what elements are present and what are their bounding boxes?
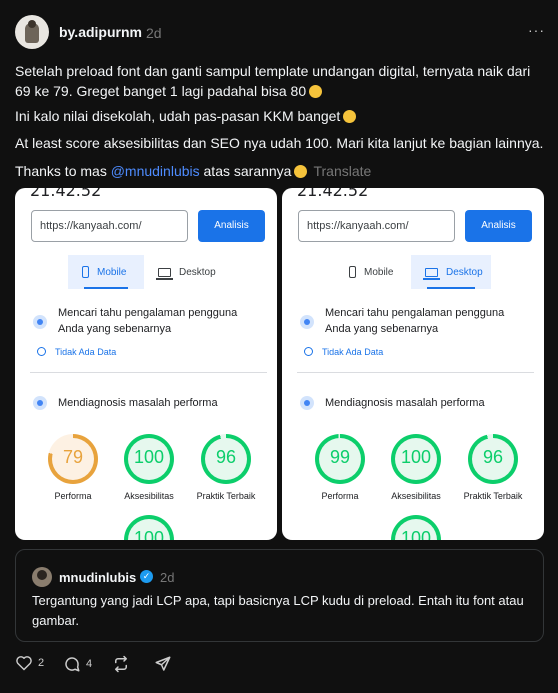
quoted-reply[interactable]: mnudinlubis ✓ 2d Tergantung yang jadi LC…: [15, 549, 544, 642]
author-username[interactable]: by.adipurnm: [59, 24, 142, 40]
phone-icon: [349, 266, 356, 278]
url-input: https://kanyaah.com/: [298, 210, 455, 242]
info-icon: [304, 347, 313, 356]
analyze-button: Analisis: [198, 210, 265, 242]
analyze-button: Analisis: [465, 210, 532, 242]
device-tabs: Mobile Desktop: [68, 255, 228, 289]
reply-avatar[interactable]: [32, 567, 52, 587]
post-paragraph-2: Ini kalo nilai disekolah, udah pas-pasan…: [15, 106, 545, 126]
pagespeed-screenshot-1[interactable]: 21.42.52 https://kanyaah.com/Analisis Mobi…: [15, 188, 277, 540]
share-icon: [155, 656, 171, 671]
score-label: Praktik Terbaik: [463, 491, 523, 501]
diagnose-icon: [33, 396, 47, 410]
raised-hands-emoji-icon: [294, 165, 308, 178]
repost-button[interactable]: [112, 655, 135, 673]
score-gauge: 100: [391, 434, 441, 484]
comment-icon: [65, 657, 80, 672]
post-paragraph-1: Setelah preload font dan ganti sampul te…: [15, 63, 531, 99]
info-icon: [37, 347, 46, 356]
share-button[interactable]: [154, 655, 177, 673]
score-label: Praktik Terbaik: [196, 491, 256, 501]
translate-link[interactable]: Translate: [313, 163, 371, 179]
divider: [30, 372, 267, 373]
post-time: 2d: [146, 25, 162, 41]
score-value: 99: [329, 447, 351, 467]
comment-button[interactable]: 4: [63, 655, 92, 673]
device-tabs: Mobile Desktop: [335, 255, 495, 289]
clock-text: 21.42.52: [30, 188, 102, 200]
like-count: 2: [38, 657, 45, 669]
like-button[interactable]: 2: [15, 655, 44, 671]
tab-desktop: Desktop: [411, 255, 491, 289]
reply-time: 2d: [160, 570, 175, 585]
tab-desktop: Desktop: [144, 255, 224, 289]
score-value: 100: [133, 447, 165, 467]
divider: [297, 372, 534, 373]
verified-badge-icon: ✓: [140, 570, 153, 583]
diagnose-heading: Mendiagnosis masalah performa: [58, 397, 218, 409]
crux-heading: Mencari tahu pengalaman pengguna Anda yan…: [58, 307, 238, 335]
comment-count: 4: [86, 658, 93, 670]
diagnose-heading: Mendiagnosis masalah performa: [325, 397, 485, 409]
thinking-emoji-icon: [309, 85, 323, 98]
author-avatar[interactable]: [15, 15, 49, 49]
tab-mobile: Mobile: [68, 255, 144, 289]
repost-icon: [115, 655, 127, 673]
clock-text: 21.42.52: [297, 188, 369, 200]
phone-icon: [82, 266, 89, 278]
no-data-label: Tidak Ada Data: [37, 347, 116, 357]
score-gauge: 100: [124, 434, 174, 484]
desktop-icon: [423, 267, 440, 280]
score-gauge: 99: [315, 434, 365, 484]
mention-link[interactable]: @mnudinlubis: [111, 163, 200, 179]
score-gauge: 96: [201, 434, 251, 484]
score-value: 96: [482, 447, 504, 467]
post-paragraph-4: Thanks to mas @mnudinlubis atas sarannya…: [15, 163, 372, 179]
users-icon: [300, 315, 314, 329]
score-gauge: 100: [391, 515, 441, 540]
laughing-emoji-icon: [343, 110, 357, 123]
score-value: 79: [62, 447, 84, 467]
score-gauge: 96: [468, 434, 518, 484]
score-value: 100: [133, 528, 165, 540]
score-value: 100: [400, 528, 432, 540]
score-value: 96: [215, 447, 237, 467]
crux-heading: Mencari tahu pengalaman pengguna Anda yan…: [325, 307, 505, 335]
score-gauge: 79: [48, 434, 98, 484]
desktop-icon: [156, 267, 173, 280]
reply-text: Tergantung yang jadi LCP apa, tapi basic…: [32, 593, 524, 628]
score-gauge: 100: [124, 515, 174, 540]
more-options-icon[interactable]: ···: [528, 22, 545, 38]
post-paragraph-3: At least score aksesibilitas dan SEO nya…: [15, 135, 544, 151]
users-icon: [33, 315, 47, 329]
tab-mobile: Mobile: [335, 255, 411, 289]
pagespeed-screenshot-2[interactable]: 21.42.52 https://kanyaah.com/Analisis Mobi…: [282, 188, 544, 540]
score-value: 100: [400, 447, 432, 467]
diagnose-icon: [300, 396, 314, 410]
no-data-label: Tidak Ada Data: [304, 347, 383, 357]
heart-icon: [16, 656, 32, 671]
reply-username[interactable]: mnudinlubis: [59, 570, 136, 585]
url-input: https://kanyaah.com/: [31, 210, 188, 242]
